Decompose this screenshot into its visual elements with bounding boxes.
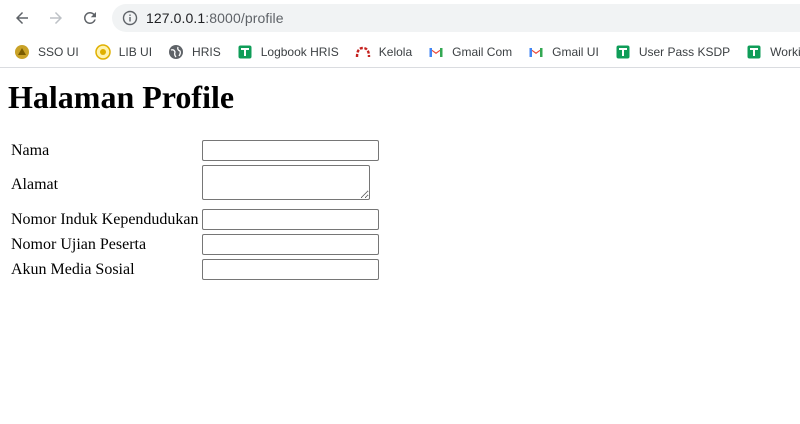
bookmark-user-pass-ksdp[interactable]: User Pass KSDP — [609, 38, 736, 66]
bookmark-label: Gmail Com — [452, 44, 513, 59]
bookmark-gmail-ui[interactable]: Gmail UI — [522, 38, 605, 66]
profile-form: Nama Alamat Nomor Induk Kependudukan Nom… — [8, 137, 382, 283]
bookmark-label: Gmail UI — [552, 44, 599, 59]
back-arrow-icon — [16, 12, 28, 24]
reload-icon — [83, 11, 96, 24]
media-sosial-input[interactable] — [201, 259, 379, 280]
kelola-arch-icon — [355, 44, 371, 60]
bookmark-lib-ui[interactable]: LIB UI — [89, 38, 158, 66]
bookmark-label: Kelola — [378, 44, 413, 59]
form-row-alamat: Alamat — [10, 164, 380, 206]
address-bar[interactable]: 127.0.0.1:8000/profile — [112, 4, 800, 32]
globe-icon — [168, 44, 184, 60]
bookmarks-bar: SSO UI LIB UI HRIS Logbook HRIS Kelola G… — [0, 36, 800, 68]
bookmark-hris[interactable]: HRIS — [162, 38, 227, 66]
alamat-textarea[interactable] — [201, 165, 370, 200]
form-row-nik: Nomor Induk Kependudukan — [10, 208, 380, 231]
nik-input[interactable] — [201, 209, 379, 230]
ui-crest-icon — [14, 44, 30, 60]
bookmark-kelola[interactable]: Kelola — [349, 38, 418, 66]
bookmark-sso-ui[interactable]: SSO UI — [8, 38, 85, 66]
bookmark-label: Working F — [770, 44, 800, 59]
gmail-icon — [528, 44, 544, 60]
reload-button[interactable] — [78, 6, 102, 30]
form-row-media-sosial: Akun Media Sosial — [10, 258, 380, 281]
field-label: Nomor Ujian Peserta — [11, 235, 147, 253]
nama-input[interactable] — [201, 140, 379, 161]
site-info-icon[interactable] — [122, 10, 138, 26]
back-button[interactable] — [10, 6, 34, 30]
sheets-icon — [237, 44, 253, 60]
bookmark-label: HRIS — [192, 44, 221, 59]
bookmark-working-f[interactable]: Working F — [740, 38, 800, 66]
nomor-ujian-input[interactable] — [201, 234, 379, 255]
field-label: Alamat — [11, 176, 59, 193]
ui-lib-icon — [94, 43, 111, 60]
forward-button[interactable] — [44, 6, 68, 30]
sheets-icon — [615, 44, 631, 60]
page-content: Halaman Profile Nama Alamat Nomor Induk … — [0, 79, 800, 283]
bookmark-logbook-hris[interactable]: Logbook HRIS — [231, 38, 345, 66]
field-label: Nama — [11, 141, 50, 159]
bookmark-label: SSO UI — [38, 44, 79, 59]
bookmark-label: Logbook HRIS — [260, 44, 339, 59]
page-title: Halaman Profile — [8, 79, 235, 115]
bookmark-gmail-com[interactable]: Gmail Com — [422, 38, 518, 66]
sheets-icon — [746, 44, 762, 60]
url-text: 127.0.0.1:8000/profile — [146, 10, 284, 26]
form-row-nomor-ujian: Nomor Ujian Peserta — [10, 233, 380, 256]
bookmark-label: LIB UI — [118, 44, 153, 59]
gmail-icon — [428, 44, 444, 60]
browser-toolbar: 127.0.0.1:8000/profile — [0, 0, 800, 36]
forward-arrow-icon — [50, 12, 62, 24]
bookmark-label: User Pass KSDP — [638, 44, 731, 59]
field-label: Nomor Induk Kependudukan — [11, 210, 199, 228]
field-label: Akun Media Sosial — [11, 260, 135, 278]
form-row-nama: Nama — [10, 139, 380, 162]
